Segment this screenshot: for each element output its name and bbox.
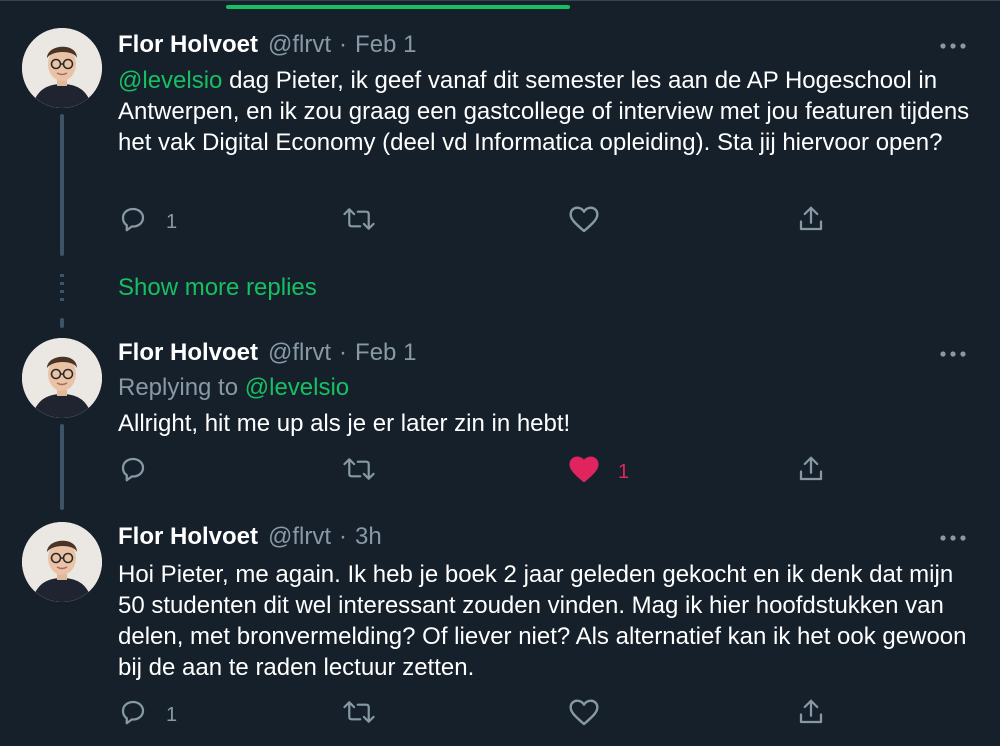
thread-gap-line: [60, 274, 64, 304]
tweet[interactable]: Flor Holvoet @flrvt · Feb 1 Replying to …: [0, 328, 1000, 508]
retweet-button[interactable]: [342, 205, 394, 239]
retweet-icon: [342, 697, 376, 733]
author-handle[interactable]: @flrvt: [268, 523, 331, 551]
tweet-timestamp[interactable]: Feb 1: [355, 339, 416, 367]
tweet-text: @levelsio dag Pieter, ik geef vanaf dit …: [118, 65, 978, 158]
reply-icon: [118, 454, 148, 490]
tweet[interactable]: Flor Holvoet @flrvt · Feb 1 @levelsio da…: [0, 0, 1000, 260]
thread-line: [60, 318, 64, 328]
heart-icon: [568, 204, 600, 240]
avatar[interactable]: [22, 522, 102, 602]
author-name[interactable]: Flor Holvoet: [118, 523, 258, 551]
tweet-header: Flor Holvoet @flrvt · Feb 1: [118, 338, 416, 368]
mention-link[interactable]: @levelsio: [245, 374, 349, 401]
avatar[interactable]: [22, 338, 102, 418]
tweet-thread: Flor Holvoet @flrvt · Feb 1 @levelsio da…: [0, 0, 1000, 746]
tweet-text: Hoi Pieter, me again. Ik heb je boek 2 j…: [118, 561, 967, 681]
author-name[interactable]: Flor Holvoet: [118, 31, 258, 59]
retweet-button[interactable]: [342, 698, 394, 732]
more-icon[interactable]: [936, 36, 970, 56]
tweet-header: Flor Holvoet @flrvt · Feb 1: [118, 30, 416, 60]
tweet-timestamp[interactable]: Feb 1: [355, 31, 416, 59]
tweet-header: Flor Holvoet @flrvt · 3h: [118, 522, 382, 552]
share-button[interactable]: [796, 205, 826, 239]
reply-button[interactable]: 1: [118, 698, 177, 732]
reply-button[interactable]: 1: [118, 205, 177, 239]
tweet-text: Allright, hit me up als je er later zin …: [118, 410, 571, 437]
separator-dot: ·: [339, 339, 348, 366]
mention-link[interactable]: @levelsio: [118, 67, 222, 94]
more-icon[interactable]: [936, 528, 970, 548]
replying-to: Replying to @levelsio: [118, 373, 349, 403]
like-button[interactable]: [568, 698, 618, 732]
reply-count: 1: [166, 210, 178, 233]
separator-dot: ·: [339, 31, 348, 58]
tweet-actions: 1: [118, 205, 838, 239]
tweet-text-content: dag Pieter, ik geef vanaf dit semester l…: [118, 67, 970, 156]
like-button[interactable]: [568, 205, 618, 239]
show-more-replies-link[interactable]: Show more replies: [118, 273, 317, 303]
share-button[interactable]: [796, 698, 826, 732]
separator-dot: ·: [339, 523, 348, 550]
retweet-button[interactable]: [342, 455, 394, 489]
tweet[interactable]: Flor Holvoet @flrvt · 3h Hoi Pieter, me …: [0, 508, 1000, 746]
author-handle[interactable]: @flrvt: [268, 339, 331, 367]
author-name[interactable]: Flor Holvoet: [118, 339, 258, 367]
retweet-icon: [342, 454, 376, 490]
reply-button[interactable]: [118, 455, 166, 489]
share-icon: [796, 204, 826, 240]
author-handle[interactable]: @flrvt: [268, 31, 331, 59]
share-icon: [796, 697, 826, 733]
avatar[interactable]: [22, 28, 102, 108]
tweet-actions: 1: [118, 698, 838, 732]
reply-icon: [118, 204, 148, 240]
retweet-icon: [342, 204, 376, 240]
share-button[interactable]: [796, 455, 826, 489]
reply-count: 1: [166, 703, 178, 726]
share-icon: [796, 454, 826, 490]
heart-icon: [568, 454, 600, 490]
heart-icon: [568, 697, 600, 733]
reply-icon: [118, 697, 148, 733]
more-icon[interactable]: [936, 344, 970, 364]
tweet-timestamp[interactable]: 3h: [355, 523, 382, 551]
replying-to-label: Replying to: [118, 374, 239, 401]
like-button[interactable]: 1: [568, 455, 629, 489]
like-count: 1: [618, 460, 630, 483]
tweet-actions: 1: [118, 455, 838, 489]
